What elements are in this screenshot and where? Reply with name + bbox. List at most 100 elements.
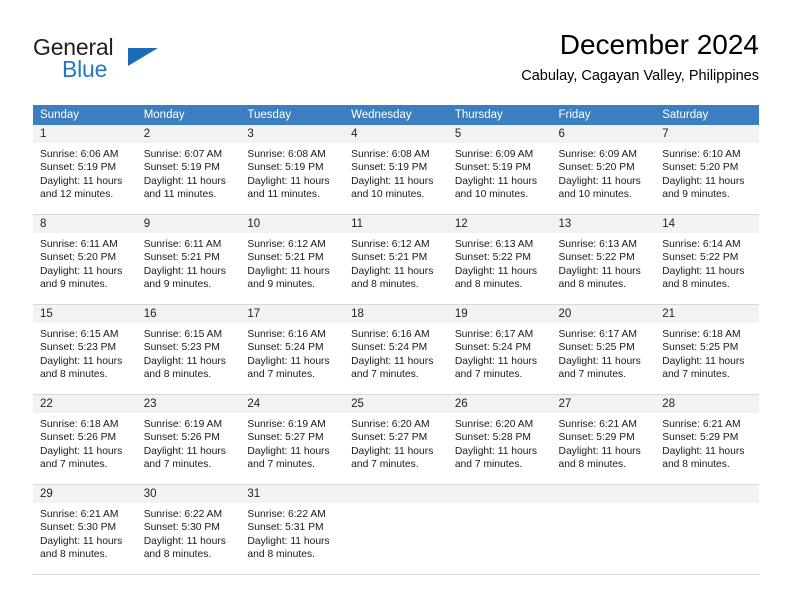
day-details: Sunrise: 6:11 AM Sunset: 5:21 PM Dayligh… <box>137 233 241 292</box>
day-number: 14 <box>655 215 759 233</box>
day-details: Sunrise: 6:22 AM Sunset: 5:31 PM Dayligh… <box>240 503 344 562</box>
day-cell[interactable]: 30 Sunrise: 6:22 AM Sunset: 5:30 PM Dayl… <box>136 484 241 575</box>
day-cell[interactable]: 26 Sunrise: 6:20 AM Sunset: 5:28 PM Dayl… <box>447 394 552 485</box>
day-cell[interactable]: 3 Sunrise: 6:08 AM Sunset: 5:19 PM Dayli… <box>240 125 345 215</box>
daylight-text-line2: and 8 minutes. <box>454 279 523 291</box>
daylight-text-line2: and 8 minutes. <box>40 369 108 381</box>
day-cell[interactable]: 24 Sunrise: 6:19 AM Sunset: 5:27 PM Dayl… <box>240 394 345 485</box>
daylight-text-line1: Daylight: 11 hours <box>40 445 123 457</box>
sunrise-text: Sunrise: 6:14 AM <box>662 239 741 250</box>
day-cell[interactable]: 6 Sunrise: 6:09 AM Sunset: 5:20 PM Dayli… <box>551 125 656 215</box>
daylight-text-line2: and 10 minutes. <box>558 189 632 201</box>
weekday-header-saturday: Saturday <box>655 105 759 125</box>
day-details: Sunrise: 6:15 AM Sunset: 5:23 PM Dayligh… <box>137 323 241 382</box>
daylight-text-line1: Daylight: 11 hours <box>351 265 434 277</box>
day-details: Sunrise: 6:19 AM Sunset: 5:26 PM Dayligh… <box>137 413 241 472</box>
sunrise-text: Sunrise: 6:09 AM <box>454 149 534 160</box>
day-cell[interactable]: 14 Sunrise: 6:14 AM Sunset: 5:22 PM Dayl… <box>655 214 759 305</box>
general-blue-logo: General Blue <box>33 34 213 90</box>
day-number: 30 <box>136 485 241 503</box>
day-cell[interactable]: 10 Sunrise: 6:12 AM Sunset: 5:21 PM Dayl… <box>240 214 345 305</box>
day-cell[interactable]: 27 Sunrise: 6:21 AM Sunset: 5:29 PM Dayl… <box>551 394 656 485</box>
daylight-text-line2: and 8 minutes. <box>247 549 315 561</box>
day-cell[interactable]: 2 Sunrise: 6:07 AM Sunset: 5:19 PM Dayli… <box>136 125 241 215</box>
day-cell[interactable]: 15 Sunrise: 6:15 AM Sunset: 5:23 PM Dayl… <box>33 304 137 395</box>
sunrise-text: Sunrise: 6:07 AM <box>143 149 223 160</box>
day-cell[interactable]: 18 Sunrise: 6:16 AM Sunset: 5:24 PM Dayl… <box>344 304 448 395</box>
sunrise-text: Sunrise: 6:16 AM <box>247 329 326 340</box>
day-cell[interactable]: 17 Sunrise: 6:16 AM Sunset: 5:24 PM Dayl… <box>240 304 345 395</box>
daylight-text-line2: and 7 minutes. <box>351 369 419 381</box>
day-number: 7 <box>655 125 759 143</box>
day-cell[interactable]: 7 Sunrise: 6:10 AM Sunset: 5:20 PM Dayli… <box>655 125 759 215</box>
sunset-text: Sunset: 5:30 PM <box>143 522 220 534</box>
daylight-text-line2: and 8 minutes. <box>143 549 212 561</box>
day-cell[interactable]: 25 Sunrise: 6:20 AM Sunset: 5:27 PM Dayl… <box>344 394 448 485</box>
day-number: 21 <box>655 305 759 323</box>
day-details: Sunrise: 6:14 AM Sunset: 5:22 PM Dayligh… <box>655 233 759 292</box>
daylight-text-line1: Daylight: 11 hours <box>558 175 641 187</box>
sunrise-text: Sunrise: 6:21 AM <box>558 419 637 430</box>
day-cell[interactable]: 22 Sunrise: 6:18 AM Sunset: 5:26 PM Dayl… <box>33 394 137 485</box>
week-row: 15 Sunrise: 6:15 AM Sunset: 5:23 PM Dayl… <box>33 304 759 395</box>
daylight-text-line2: and 9 minutes. <box>40 279 108 291</box>
day-cell[interactable]: 16 Sunrise: 6:15 AM Sunset: 5:23 PM Dayl… <box>136 304 241 395</box>
sunset-text: Sunset: 5:19 PM <box>454 162 531 174</box>
daylight-text-line2: and 7 minutes. <box>247 459 315 471</box>
day-cell[interactable]: 9 Sunrise: 6:11 AM Sunset: 5:21 PM Dayli… <box>136 214 241 305</box>
day-cell[interactable]: 29 Sunrise: 6:21 AM Sunset: 5:30 PM Dayl… <box>33 484 137 575</box>
week-row: 1 Sunrise: 6:06 AM Sunset: 5:19 PM Dayli… <box>33 125 759 215</box>
weekday-header-friday: Friday <box>551 105 656 125</box>
day-cell[interactable]: 28 Sunrise: 6:21 AM Sunset: 5:29 PM Dayl… <box>655 394 759 485</box>
daylight-text-line1: Daylight: 11 hours <box>247 355 330 367</box>
sunrise-text: Sunrise: 6:10 AM <box>662 149 741 160</box>
page-subtitle-location: Cabulay, Cagayan Valley, Philippines <box>521 68 759 84</box>
day-details: Sunrise: 6:17 AM Sunset: 5:25 PM Dayligh… <box>552 323 656 382</box>
daylight-text-line1: Daylight: 11 hours <box>662 355 745 367</box>
sunset-text: Sunset: 5:24 PM <box>247 342 324 354</box>
day-details: Sunrise: 6:20 AM Sunset: 5:28 PM Dayligh… <box>448 413 552 472</box>
sunset-text: Sunset: 5:29 PM <box>558 432 635 444</box>
sunset-text: Sunset: 5:23 PM <box>40 342 117 354</box>
daylight-text-line1: Daylight: 11 hours <box>247 265 330 277</box>
day-cell[interactable]: 1 Sunrise: 6:06 AM Sunset: 5:19 PM Dayli… <box>33 125 137 215</box>
sunrise-text: Sunrise: 6:13 AM <box>454 239 534 250</box>
day-details: Sunrise: 6:19 AM Sunset: 5:27 PM Dayligh… <box>240 413 344 472</box>
day-cell[interactable]: 8 Sunrise: 6:11 AM Sunset: 5:20 PM Dayli… <box>33 214 137 305</box>
day-number: 12 <box>447 215 552 233</box>
daylight-text-line1: Daylight: 11 hours <box>454 265 538 277</box>
day-cell[interactable]: 23 Sunrise: 6:19 AM Sunset: 5:26 PM Dayl… <box>136 394 241 485</box>
day-number: 4 <box>344 125 448 143</box>
daylight-text-line2: and 7 minutes. <box>454 459 523 471</box>
sunset-text: Sunset: 5:20 PM <box>662 162 739 174</box>
day-cell[interactable]: 13 Sunrise: 6:13 AM Sunset: 5:22 PM Dayl… <box>551 214 656 305</box>
daylight-text-line1: Daylight: 11 hours <box>40 175 123 187</box>
sunrise-text: Sunrise: 6:21 AM <box>40 509 119 520</box>
day-cell[interactable]: 4 Sunrise: 6:08 AM Sunset: 5:19 PM Dayli… <box>344 125 448 215</box>
sunset-text: Sunset: 5:23 PM <box>143 342 220 354</box>
day-number: 25 <box>344 395 448 413</box>
day-cell[interactable]: 31 Sunrise: 6:22 AM Sunset: 5:31 PM Dayl… <box>240 484 345 575</box>
daylight-text-line1: Daylight: 11 hours <box>40 355 123 367</box>
daylight-text-line2: and 7 minutes. <box>351 459 419 471</box>
sunrise-text: Sunrise: 6:06 AM <box>40 149 119 160</box>
day-details: Sunrise: 6:20 AM Sunset: 5:27 PM Dayligh… <box>344 413 448 472</box>
daylight-text-line2: and 8 minutes. <box>662 459 730 471</box>
day-number <box>344 485 448 503</box>
day-number: 1 <box>33 125 137 143</box>
daylight-text-line1: Daylight: 11 hours <box>40 265 123 277</box>
day-cell[interactable]: 19 Sunrise: 6:17 AM Sunset: 5:24 PM Dayl… <box>447 304 552 395</box>
day-cell[interactable]: 21 Sunrise: 6:18 AM Sunset: 5:25 PM Dayl… <box>655 304 759 395</box>
day-cell[interactable]: 12 Sunrise: 6:13 AM Sunset: 5:22 PM Dayl… <box>447 214 552 305</box>
day-number: 31 <box>240 485 345 503</box>
sunset-text: Sunset: 5:19 PM <box>40 162 117 174</box>
day-cell-empty <box>551 484 656 575</box>
daylight-text-line1: Daylight: 11 hours <box>454 355 538 367</box>
sunrise-text: Sunrise: 6:12 AM <box>351 239 430 250</box>
logo-triangle-icon <box>128 48 158 66</box>
day-cell[interactable]: 5 Sunrise: 6:09 AM Sunset: 5:19 PM Dayli… <box>447 125 552 215</box>
day-details: Sunrise: 6:18 AM Sunset: 5:25 PM Dayligh… <box>655 323 759 382</box>
day-cell[interactable]: 20 Sunrise: 6:17 AM Sunset: 5:25 PM Dayl… <box>551 304 656 395</box>
day-cell[interactable]: 11 Sunrise: 6:12 AM Sunset: 5:21 PM Dayl… <box>344 214 448 305</box>
sunset-text: Sunset: 5:20 PM <box>558 162 635 174</box>
